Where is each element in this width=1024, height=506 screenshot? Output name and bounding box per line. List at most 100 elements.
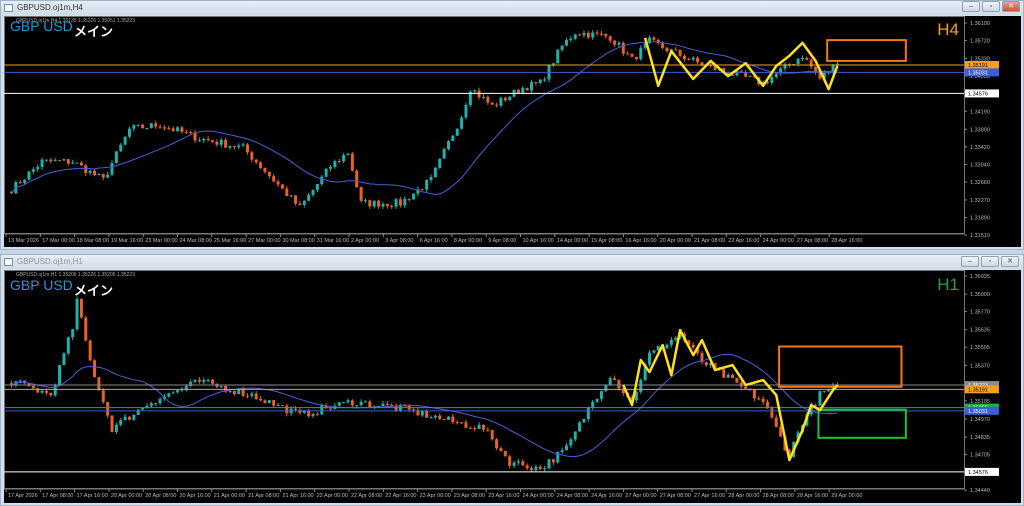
- time-tick-label: 24 Mar 08:00: [180, 238, 212, 244]
- h1-window-title: GBPUSD.oj1m,H1: [17, 257, 83, 266]
- candle-body: [193, 379, 197, 382]
- candle-body: [678, 50, 682, 56]
- candle-body: [516, 461, 520, 463]
- candle-body: [503, 97, 507, 101]
- zone-rectangle[interactable]: [826, 39, 907, 62]
- time-tick-label: 18 Mar 08:00: [77, 238, 109, 244]
- close-button[interactable]: ✕: [1001, 256, 1019, 267]
- h1-symbol-label: GBP USD: [10, 277, 73, 293]
- candle-body: [805, 58, 809, 60]
- candle-body: [36, 166, 40, 170]
- candle-body: [250, 152, 254, 160]
- candle-body: [770, 408, 774, 418]
- candle-body: [425, 180, 429, 190]
- price-marker-label: 1.34576: [968, 470, 988, 476]
- candle-body: [818, 391, 822, 406]
- candle-body: [394, 405, 398, 411]
- candle-body: [726, 374, 730, 378]
- candle-body: [342, 155, 346, 162]
- candle-body: [23, 179, 27, 184]
- candle-body: [560, 450, 564, 452]
- h1-chart-window[interactable]: GBPUSD.oj1m,H1 – ▫ ✕ 1.36035 1.35900 1.35770…: [0, 254, 1024, 506]
- price-tick-label: 1.34970: [970, 417, 990, 423]
- h4-main-label: メイン: [74, 24, 114, 39]
- price-tick-label: 1.31510: [970, 233, 990, 239]
- candle-body: [442, 149, 446, 159]
- candle-body: [639, 47, 643, 60]
- h4-title-bar[interactable]: GBPUSD.oj1m,H4: [1, 1, 1023, 15]
- time-tick-label: 21 Apr 08:00: [248, 493, 279, 499]
- candle-body: [167, 393, 171, 397]
- candle-body: [481, 424, 485, 430]
- restore-button[interactable]: ▫: [982, 1, 1000, 12]
- time-tick-label: 24 Apr 16:00: [591, 493, 622, 499]
- time-tick-label: 21 Apr 08:00: [694, 238, 725, 244]
- candle-body: [171, 392, 175, 394]
- price-tick-label: 1.31890: [970, 216, 990, 222]
- price-tick-label: 1.32270: [970, 198, 990, 204]
- h4-chart-area[interactable]: 1.36100 1.35720 1.35330 1.34950 1.34190 1.338…: [4, 16, 1021, 247]
- close-button[interactable]: ✕: [1002, 1, 1020, 12]
- candle-body: [779, 426, 783, 437]
- candle-body: [44, 159, 48, 161]
- minimize-button[interactable]: –: [961, 256, 979, 267]
- candle-body: [516, 89, 520, 94]
- candle-body: [468, 427, 472, 429]
- candle-body: [259, 162, 263, 168]
- candle-body: [110, 163, 114, 175]
- time-tick-label: 29 Apr 00:00: [831, 493, 862, 499]
- candle-body: [569, 38, 573, 41]
- candle-body: [333, 161, 337, 168]
- time-tick-label: 24 Apr 00:00: [523, 493, 554, 499]
- candle-body: [608, 36, 612, 41]
- minimize-button[interactable]: –: [962, 1, 980, 12]
- candle-body: [31, 169, 35, 172]
- time-tick-label: 25 Mar 16:00: [214, 238, 246, 244]
- candle-body: [691, 344, 695, 348]
- candle-body: [617, 379, 621, 389]
- h4-window-controls: – ▫ ✕: [962, 1, 1020, 12]
- candle-body: [822, 391, 826, 393]
- time-tick-label: 31 Mar 16:00: [317, 238, 349, 244]
- candle-body: [106, 401, 110, 416]
- zone-rectangle[interactable]: [778, 345, 903, 388]
- candle-body: [40, 159, 44, 167]
- candle-body: [167, 127, 171, 129]
- restore-button[interactable]: ▫: [981, 256, 999, 267]
- candle-body: [337, 402, 341, 406]
- candle-body: [58, 365, 62, 386]
- price-marker-label: 1.35191: [968, 387, 988, 393]
- candle-body: [75, 162, 79, 164]
- candle-body: [455, 422, 459, 424]
- candle-body: [31, 385, 35, 389]
- h1-main-label: メイン: [74, 283, 114, 298]
- candle-body: [573, 34, 577, 39]
- candle-body: [154, 123, 158, 127]
- price-tick-label: 1.34190: [970, 109, 990, 115]
- h1-title-bar[interactable]: GBPUSD.oj1m,H1 – ▫ ✕: [1, 255, 1023, 269]
- candle-body: [162, 127, 166, 129]
- candle-body: [665, 47, 669, 52]
- candle-body: [127, 416, 131, 420]
- candle-body: [119, 144, 123, 152]
- candle-body: [197, 140, 201, 142]
- candle-body: [211, 140, 215, 142]
- candle-body: [66, 337, 70, 354]
- h4-chart-window[interactable]: GBPUSD.oj1m,H4 1.36100 1.35720 1.35330 1.34…: [0, 0, 1024, 250]
- candle-body: [591, 401, 595, 408]
- candle-body: [425, 410, 429, 418]
- candle-body: [355, 405, 359, 407]
- h1-chart-area[interactable]: 1.36035 1.35900 1.35770 1.35635 1.35505 1.353…: [4, 270, 1021, 503]
- time-tick-label: 8 Apr 00:00: [454, 238, 482, 244]
- candle-body: [525, 465, 529, 469]
- candle-body: [521, 87, 525, 94]
- price-marker-label: 1.35191: [968, 63, 988, 69]
- candle-body: [280, 184, 284, 189]
- candle-body: [27, 171, 31, 180]
- time-tick-label: 23 Apr 16:00: [488, 493, 519, 499]
- time-tick-label: 17 Apr 16:00: [77, 493, 108, 499]
- candle-body: [512, 462, 516, 466]
- candle-body: [687, 59, 691, 61]
- candle-body: [451, 135, 455, 142]
- candle-body: [761, 398, 765, 403]
